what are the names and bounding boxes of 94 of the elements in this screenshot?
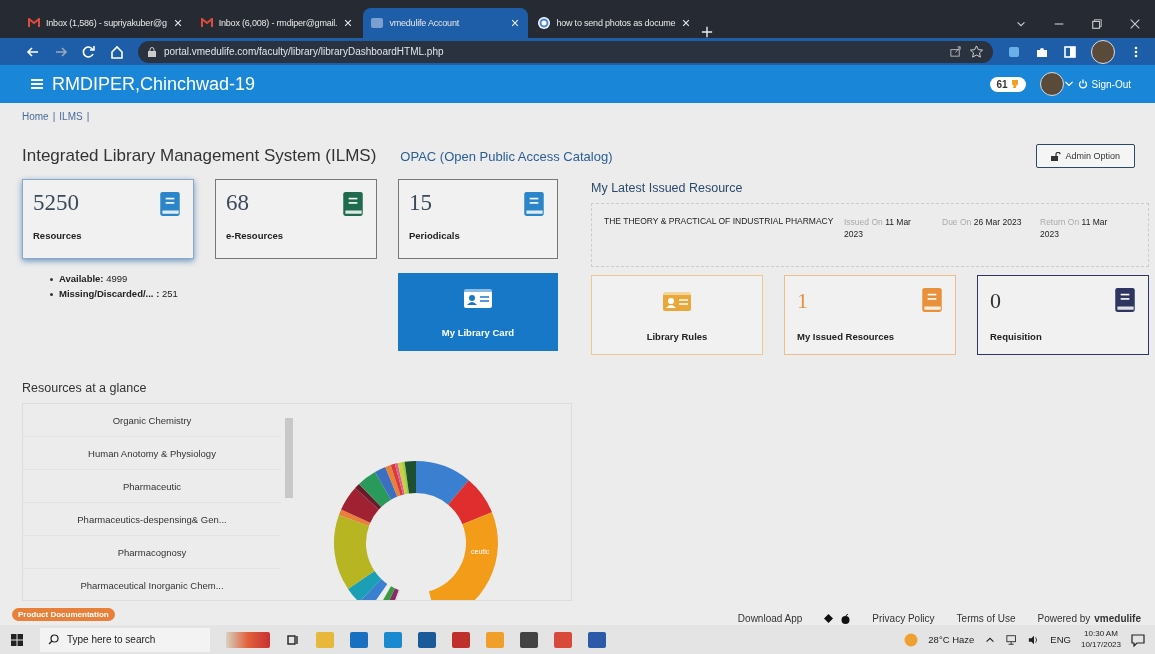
- resource-count-text: Missing/Discarded/... : 251: [59, 288, 178, 299]
- points-badge[interactable]: 61: [990, 76, 1026, 92]
- taskbar-search-field[interactable]: Type here to search: [40, 627, 210, 652]
- restore-icon[interactable]: [1091, 18, 1103, 30]
- user-avatar[interactable]: [1039, 72, 1064, 96]
- stat-label: e-Resources: [226, 230, 285, 241]
- powered-by-text: Powered by vmedulife: [1037, 613, 1141, 624]
- section-heading: Resources at a glance: [22, 381, 148, 395]
- category-item[interactable]: Pharmaceutics-despensing& Gen...: [23, 503, 281, 536]
- id-card-icon: [662, 290, 692, 312]
- mail-icon: [28, 18, 40, 28]
- trophy-icon: [1009, 79, 1020, 89]
- stat-label: Resources: [33, 230, 83, 241]
- breadcrumb-link[interactable]: Home: [22, 111, 49, 123]
- count-card[interactable]: 0 Requisition: [977, 275, 1149, 355]
- mail-icon: [200, 18, 213, 28]
- url-text: portal.vmedulife.com/faculty/library/libraryDashboardHTML.php: [164, 46, 445, 57]
- breadcrumb-separator: |: [86, 111, 90, 123]
- extension-icon[interactable]: [1007, 44, 1021, 59]
- reload-icon[interactable]: [82, 44, 96, 59]
- windows-icon[interactable]: [10, 632, 24, 647]
- search-icon: [48, 634, 59, 645]
- chevron-down-icon[interactable]: [1063, 79, 1074, 89]
- browser-tab[interactable]: vmedulife Account: [363, 8, 529, 38]
- category-item[interactable]: Pharmacognosy: [23, 536, 281, 569]
- home-icon[interactable]: [110, 44, 124, 59]
- forward-icon[interactable]: [54, 44, 68, 59]
- library-card-button[interactable]: My Library Card: [398, 273, 558, 351]
- date-text: Return On 11 Mar 2023: [1040, 216, 1109, 242]
- footer-link[interactable]: Terms of Use: [956, 613, 1016, 624]
- id-card-icon: [463, 286, 493, 309]
- menu-icon[interactable]: [30, 77, 44, 91]
- stat-card[interactable]: 5250 Resources: [22, 179, 194, 259]
- apple-icon[interactable]: [841, 613, 851, 624]
- footer-link[interactable]: Privacy Policy: [872, 613, 935, 624]
- count-value: 1: [797, 288, 808, 314]
- page-title: Integrated Library Management System (ILMS): [22, 146, 377, 166]
- network-icon[interactable]: [1006, 633, 1019, 646]
- close-icon[interactable]: [510, 18, 521, 28]
- notification-icon[interactable]: [1131, 632, 1145, 647]
- clock-text[interactable]: 10:30 AM 10/17/2023: [1080, 629, 1121, 650]
- back-icon[interactable]: [26, 44, 40, 59]
- close-icon[interactable]: [343, 18, 354, 28]
- admin-option-button[interactable]: Admin Option: [1036, 144, 1135, 168]
- count-value: 0: [990, 288, 1001, 314]
- stat-card[interactable]: 68 e-Resources: [215, 179, 377, 259]
- plus-icon[interactable]: [701, 26, 714, 38]
- resource-count-text: Available: 4999: [59, 273, 128, 284]
- stat-value: 15: [409, 190, 432, 216]
- address-bar[interactable]: portal.vmedulife.com/faculty/library/libraryDashboardHTML.php: [138, 40, 993, 63]
- download-app-text: Download App: [737, 613, 803, 624]
- profile-avatar[interactable]: [1091, 39, 1115, 64]
- android-icon[interactable]: [824, 614, 834, 623]
- breadcrumb-link[interactable]: ILMS: [59, 111, 83, 123]
- date-text: Issued On 11 Mar 2023: [844, 216, 912, 242]
- share-icon[interactable]: [949, 45, 962, 58]
- power-icon: [1077, 79, 1088, 89]
- section-heading: My Latest Issued Resource: [591, 181, 744, 195]
- side-panel-icon[interactable]: [1063, 44, 1077, 59]
- card-label: Library Rules: [646, 331, 708, 342]
- date-text: Due On 26 Mar 2023: [942, 216, 1023, 229]
- resource-title: THE THEORY & PRACTICAL OF INDUSTRIAL PHARMACY: [604, 216, 834, 228]
- card-label: Requisition: [990, 331, 1043, 342]
- browser-tab[interactable]: Inbox (6,008) - rmdiper@gmail.: [192, 8, 362, 38]
- stat-value: 68: [226, 190, 249, 216]
- category-item[interactable]: Organic Chemistry: [23, 404, 281, 437]
- star-icon[interactable]: [970, 45, 983, 58]
- institute-title: RMDIPER,Chinchwad-19: [52, 73, 256, 95]
- lock-icon: [148, 46, 156, 57]
- widget-picture[interactable]: [226, 631, 270, 648]
- stat-card[interactable]: 15 Periodicals: [398, 179, 558, 259]
- close-icon[interactable]: [1129, 18, 1141, 30]
- browser-tab[interactable]: how to send photos as docume: [530, 8, 700, 38]
- task-view-icon[interactable]: [286, 632, 300, 647]
- scrollbar-thumb[interactable]: [285, 418, 293, 498]
- language-indicator[interactable]: ENG: [1050, 634, 1071, 645]
- sign-out-link[interactable]: Sign-Out: [1077, 78, 1131, 90]
- category-item[interactable]: Pharmaceutical Inorganic Chem...: [23, 569, 281, 600]
- google-icon: [538, 17, 551, 29]
- stat-value: 5250: [33, 190, 79, 216]
- category-item[interactable]: Pharmaceutic: [23, 470, 281, 503]
- close-icon[interactable]: [681, 18, 692, 28]
- site-icon: [371, 18, 384, 28]
- stat-label: Periodicals: [409, 230, 461, 241]
- browser-tab[interactable]: Inbox (1,586) - supriyakuber@g: [20, 8, 191, 38]
- breadcrumb-separator: |: [52, 111, 56, 123]
- weather-text[interactable]: 28°C Haze: [928, 634, 975, 645]
- unlock-icon: [1051, 151, 1062, 161]
- opac-link[interactable]: OPAC (Open Public Access Catalog): [400, 148, 613, 164]
- card-label: My Issued Resources: [797, 331, 896, 342]
- count-card[interactable]: 1 My Issued Resources: [784, 275, 956, 355]
- library-rules-card[interactable]: Library Rules: [591, 275, 763, 355]
- close-icon[interactable]: [172, 18, 183, 28]
- category-item[interactable]: Human Anotomy & Physiology: [23, 437, 281, 470]
